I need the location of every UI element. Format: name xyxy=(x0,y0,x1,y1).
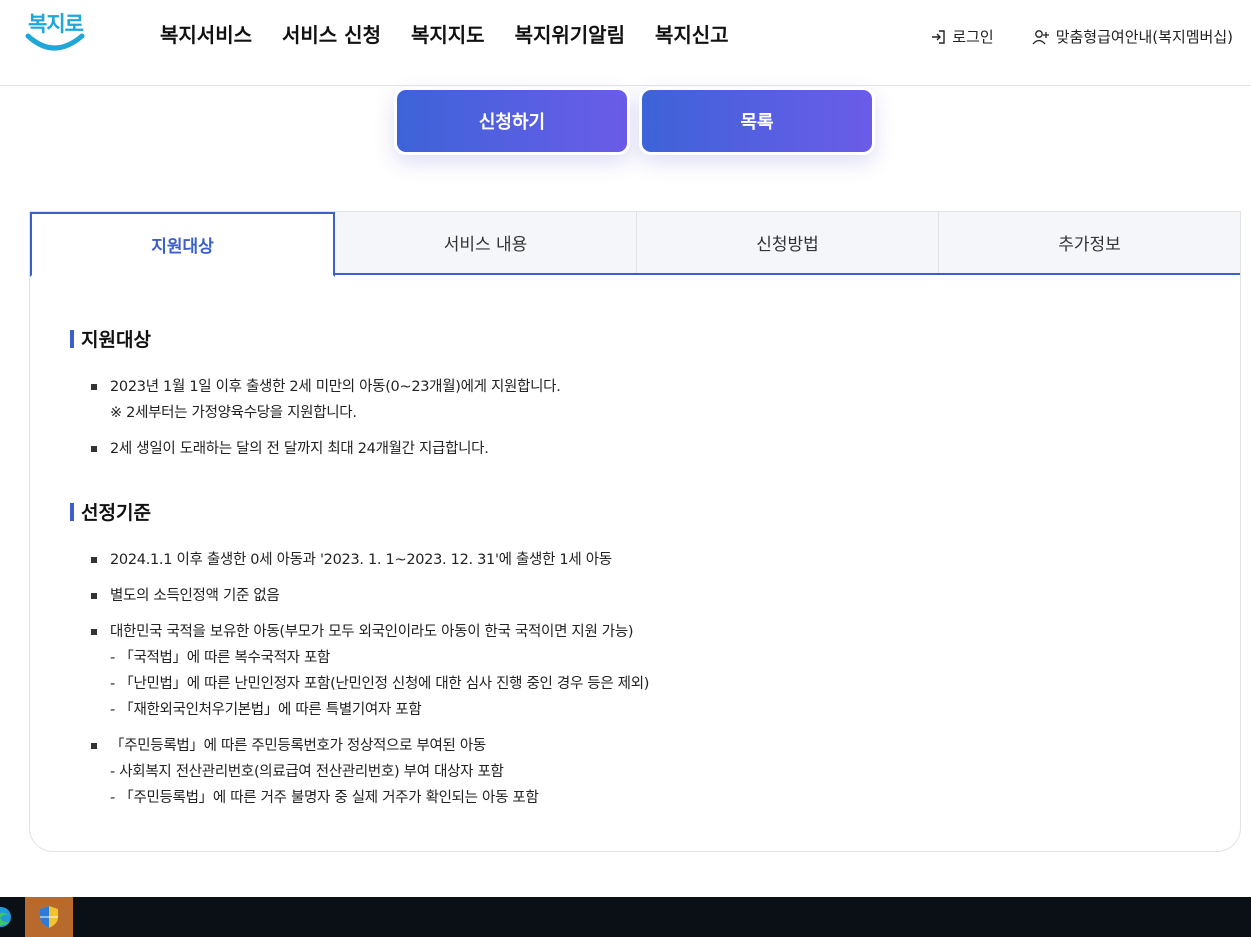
section-title: 지원대상 xyxy=(70,325,1200,352)
list-item: 2세 생일이 도래하는 달의 전 달까지 최대 24개월간 지급합니다. xyxy=(90,436,1200,462)
apply-button[interactable]: 신청하기 xyxy=(394,87,630,155)
tab-4[interactable]: 추가정보 xyxy=(939,212,1240,273)
site-header: 복지로 복지서비스 서비스 신청 복지지도 복지위기알림 복지신고 로그인 맞춤형급여안… xyxy=(0,0,1251,86)
nav-item[interactable]: 복지신고 xyxy=(655,19,729,48)
list-item-subtext: ※ 2세부터는 가정양육수당을 지원합니다. xyxy=(110,405,357,421)
detail-panel: 지원대상 서비스 내용 신청방법 추가정보 지원대상 2023년 1월 1일 이후 출생… xyxy=(29,211,1241,852)
tab-content: 지원대상 2023년 1월 1일 이후 출생한 2세 미만의 아동(0~23개월)… xyxy=(30,275,1240,811)
edge-icon[interactable] xyxy=(0,904,12,930)
list-item-text: 2023년 1월 1일 이후 출생한 2세 미만의 아동(0~23개월)에게 지… xyxy=(110,379,561,395)
title-bar xyxy=(70,502,74,521)
section-title-text: 선정기준 xyxy=(81,502,151,524)
logo[interactable]: 복지로 xyxy=(24,6,88,58)
shield-icon xyxy=(40,906,58,928)
list-item-subtext: - 「국적법」에 따른 복수국적자 포함 xyxy=(110,650,331,666)
action-buttons: 신청하기 목록 xyxy=(394,87,884,155)
nav-item[interactable]: 복지지도 xyxy=(411,19,485,48)
list-item: 「주민등록법」에 따른 주민등록번호가 정상적으로 부여된 아동 - 사회복지 전… xyxy=(90,733,1200,811)
list-item-text: 별도의 소득인정액 기준 없음 xyxy=(110,588,280,604)
list-item-text: 대한민국 국적을 보유한 아동(부모가 모두 외국인이라도 아동이 한국 국적이… xyxy=(110,624,634,640)
taskbar xyxy=(0,897,1251,937)
nav-item[interactable]: 복지위기알림 xyxy=(515,19,625,48)
list-item-subtext: - 「재한외국인처우기본법」에 따른 특별기여자 포함 xyxy=(110,702,422,718)
section-title: 선정기준 xyxy=(70,498,1200,525)
section-title-text: 지원대상 xyxy=(81,329,151,351)
list-item-subtext: - 「난민법」에 따른 난민인정자 포함(난민인정 신청에 대한 심사 진행 중… xyxy=(110,676,650,692)
login-link[interactable]: 로그인 xyxy=(930,26,994,47)
tab-2[interactable]: 서비스 내용 xyxy=(335,212,637,273)
tab-3[interactable]: 신청방법 xyxy=(637,212,939,273)
list-button[interactable]: 목록 xyxy=(639,87,875,155)
list-item: 2023년 1월 1일 이후 출생한 2세 미만의 아동(0~23개월)에게 지… xyxy=(90,374,1200,426)
nav-item[interactable]: 서비스 신청 xyxy=(282,19,381,48)
title-bar xyxy=(70,329,74,348)
membership-label: 맞춤형급여안내(복지멤버십) xyxy=(1055,28,1233,46)
list-item: 대한민국 국적을 보유한 아동(부모가 모두 외국인이라도 아동이 한국 국적이… xyxy=(90,619,1200,723)
nav-item[interactable]: 복지서비스 xyxy=(160,19,252,48)
list-item-text: 2세 생일이 도래하는 달의 전 달까지 최대 24개월간 지급합니다. xyxy=(110,441,489,457)
bullet-list: 2024.1.1 이후 출생한 0세 아동과 '2023. 1. 1~2023.… xyxy=(70,547,1200,811)
membership-link[interactable]: 맞춤형급여안내(복지멤버십) xyxy=(1032,26,1233,47)
list-item: 별도의 소득인정액 기준 없음 xyxy=(90,583,1200,609)
login-icon xyxy=(932,29,945,44)
login-label: 로그인 xyxy=(952,28,994,46)
tab-bar: 지원대상 서비스 내용 신청방법 추가정보 xyxy=(30,212,1240,277)
content-section: 선정기준 2024.1.1 이후 출생한 0세 아동과 '2023. 1. 1~2… xyxy=(70,498,1200,811)
list-item-subtext: - 「주민등록법」에 따른 거주 불명자 중 실제 거주가 확인되는 아동 포함 xyxy=(110,790,539,806)
main-nav: 복지서비스 서비스 신청 복지지도 복지위기알림 복지신고 xyxy=(160,19,759,48)
content-section: 지원대상 2023년 1월 1일 이후 출생한 2세 미만의 아동(0~23개월)… xyxy=(70,325,1200,462)
taskbar-app[interactable] xyxy=(25,897,73,937)
logo-smile-icon xyxy=(25,33,85,51)
list-item-text: 「주민등록법」에 따른 주민등록번호가 정상적으로 부여된 아동 xyxy=(110,738,486,754)
tab-1[interactable]: 지원대상 xyxy=(30,212,335,277)
bullet-list: 2023년 1월 1일 이후 출생한 2세 미만의 아동(0~23개월)에게 지… xyxy=(70,374,1200,462)
user-plus-icon xyxy=(1032,29,1049,44)
list-item-subtext: - 사회복지 전산관리번호(의료급여 전산관리번호) 부여 대상자 포함 xyxy=(110,764,504,780)
list-item: 2024.1.1 이후 출생한 0세 아동과 '2023. 1. 1~2023.… xyxy=(90,547,1200,573)
list-item-text: 2024.1.1 이후 출생한 0세 아동과 '2023. 1. 1~2023.… xyxy=(110,552,612,568)
utility-links: 로그인 맞춤형급여안내(복지멤버십) xyxy=(892,26,1233,47)
